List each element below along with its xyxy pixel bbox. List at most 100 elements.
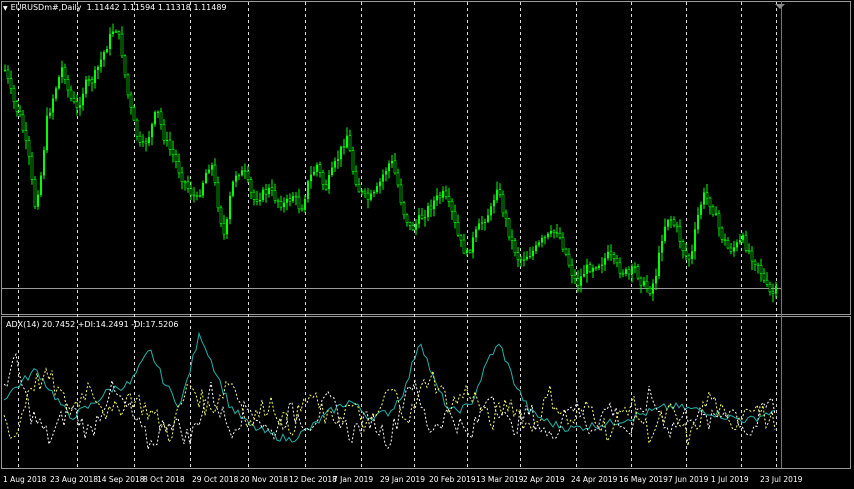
candle <box>283 197 285 213</box>
candle <box>472 231 474 259</box>
time-axis-label: 2 Apr 2019 <box>523 475 565 484</box>
candle <box>307 179 309 203</box>
candle <box>700 201 702 220</box>
candle <box>753 259 757 271</box>
candle <box>604 252 606 271</box>
candle <box>586 258 588 283</box>
candle <box>192 186 196 203</box>
candle <box>142 134 144 147</box>
candle <box>21 109 25 134</box>
candle <box>69 85 73 102</box>
candle <box>273 183 277 204</box>
candle <box>705 184 709 205</box>
candle <box>535 241 537 254</box>
candle <box>366 187 370 209</box>
candle <box>58 75 60 90</box>
candle <box>49 107 51 119</box>
candle <box>259 192 261 206</box>
candle <box>213 158 217 186</box>
candle <box>328 170 330 194</box>
candle <box>120 26 124 58</box>
candle <box>196 191 198 201</box>
candle <box>583 265 585 278</box>
candle <box>235 171 237 188</box>
candle <box>186 175 190 193</box>
candle <box>703 187 705 209</box>
candle <box>43 146 45 180</box>
candle <box>324 179 328 191</box>
candle <box>691 244 693 265</box>
candle <box>94 66 96 89</box>
time-axis-label: 8 Oct 2018 <box>143 475 185 484</box>
time-axis-label: 23 Aug 2018 <box>50 475 98 484</box>
candle <box>294 192 298 206</box>
candle <box>249 176 253 200</box>
candle <box>510 229 514 250</box>
candle <box>481 215 483 230</box>
candle <box>342 138 346 155</box>
candle <box>30 151 34 185</box>
candle <box>241 166 243 177</box>
candle <box>762 268 766 283</box>
candle <box>532 246 534 261</box>
candle <box>348 129 352 153</box>
candle <box>4 64 6 72</box>
candle <box>655 268 657 290</box>
candle <box>61 60 63 84</box>
candle <box>436 188 438 206</box>
candle <box>37 190 39 210</box>
candle <box>478 218 480 231</box>
time-axis-label: 7 Jan 2019 <box>333 475 373 484</box>
candle <box>300 204 304 212</box>
candle <box>576 270 580 293</box>
candle <box>667 218 669 231</box>
candle <box>159 107 163 130</box>
candle <box>771 283 775 303</box>
candle <box>402 200 406 220</box>
candle <box>594 266 598 271</box>
candle <box>9 70 13 95</box>
candle <box>144 137 148 152</box>
candle <box>687 253 691 267</box>
time-axis-label: 24 Apr 2019 <box>571 475 618 484</box>
candle <box>276 198 280 209</box>
candle <box>79 96 81 116</box>
candle <box>726 237 730 250</box>
candle <box>310 165 312 189</box>
dropdown-arrow-icon[interactable]: ▼ <box>3 5 8 12</box>
candle <box>72 91 76 104</box>
candle <box>697 207 699 234</box>
candle <box>226 216 228 240</box>
candle <box>202 180 204 199</box>
candle <box>684 243 688 261</box>
candle <box>544 235 546 245</box>
candle <box>720 226 724 243</box>
candle <box>615 254 619 268</box>
candle <box>592 264 594 279</box>
candle <box>456 214 460 237</box>
candle <box>558 227 562 240</box>
chart-canvas[interactable]: 1 Aug 2018 23 Aug 201814 Sep 20188 Oct 20… <box>0 0 854 489</box>
candle <box>747 243 751 255</box>
candle <box>588 261 592 274</box>
candlestick-series <box>4 23 777 303</box>
candle <box>643 276 645 288</box>
candle <box>567 247 571 268</box>
candle <box>246 165 250 183</box>
candle <box>670 215 672 228</box>
time-axis-label: 1 Jul 2019 <box>711 475 749 484</box>
candle <box>694 222 696 260</box>
candle <box>331 161 333 177</box>
candle <box>529 247 531 259</box>
candle <box>106 45 108 54</box>
candle <box>739 234 741 245</box>
candle <box>742 232 744 244</box>
candle <box>252 189 256 206</box>
candle <box>493 194 495 214</box>
time-axis-label: 12 Dec 2018 <box>289 475 337 484</box>
candle <box>33 176 37 210</box>
candle <box>219 205 223 228</box>
candle <box>570 258 574 284</box>
candle <box>148 131 150 147</box>
candle <box>279 195 283 211</box>
